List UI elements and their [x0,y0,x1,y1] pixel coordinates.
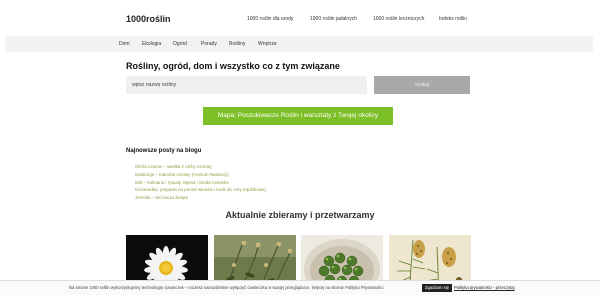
main-nav-item[interactable]: Ogród [173,41,187,47]
top-nav-item[interactable]: 1000 roślin dla urody [247,16,293,22]
main-nav-item[interactable]: Rośliny [229,41,245,47]
cookie-accept-button[interactable]: Zgadzam się [422,284,452,292]
top-nav-item[interactable]: 1000 roślin jadalnych [310,16,357,22]
posts-heading: Najnowsze posty na blogu [126,148,202,154]
main-nav: Dom Ekologia Ogród Porady Rośliny Wnętrz… [5,36,593,52]
post-link[interactable]: Mirt – kulinaria i rytuały. Myrtol i Wod… [135,179,266,187]
post-link[interactable]: Kozieradka: preparat na porost włosów i … [135,186,266,194]
top-nav-item[interactable]: Indeks roślin [439,16,467,22]
section-heading: Aktualnie zbieramy i przetwarzamy [225,210,375,220]
cookie-bar: Na stronie 1000 roślin wykorzystujemy te… [0,280,600,295]
main-nav-item[interactable]: Ekologia [142,41,161,47]
site-header: 1000roślin 1000 roślin dla urody 1000 ro… [0,0,600,36]
posts-list: Olcha czarna – nawłka z olchy czarnej Na… [135,163,266,202]
main-nav-item[interactable]: Porady [201,41,217,47]
search-button[interactable]: szukaj [374,76,470,94]
privacy-policy-link[interactable]: Polityka prywatności - przeczytaj [454,285,515,290]
post-link[interactable]: Jemioła – lecznicza święta [135,194,266,202]
plant-search-input[interactable] [126,76,367,94]
main-nav-item[interactable]: Wnętrze [258,41,277,47]
cookie-notice-text: Na stronie 1000 roślin wykorzystujemy te… [69,285,384,290]
map-button[interactable]: Mapa: Poszukiwacze Roślin i warsztaty z … [203,107,393,125]
main-nav-item[interactable]: Dom [119,41,130,47]
post-link[interactable]: Olcha czarna – nawłka z olchy czarnej [135,163,266,171]
page-headline: Rośliny, ogród, dom i wszystko co z tym … [126,61,340,71]
top-nav: 1000 roślin dla urody 1000 roślin jadaln… [0,16,600,26]
post-link[interactable]: Nasturcja – macerat octowy (Acetum Nastu… [135,171,266,179]
top-nav-item[interactable]: 1000 roślin leczniczych [373,16,424,22]
